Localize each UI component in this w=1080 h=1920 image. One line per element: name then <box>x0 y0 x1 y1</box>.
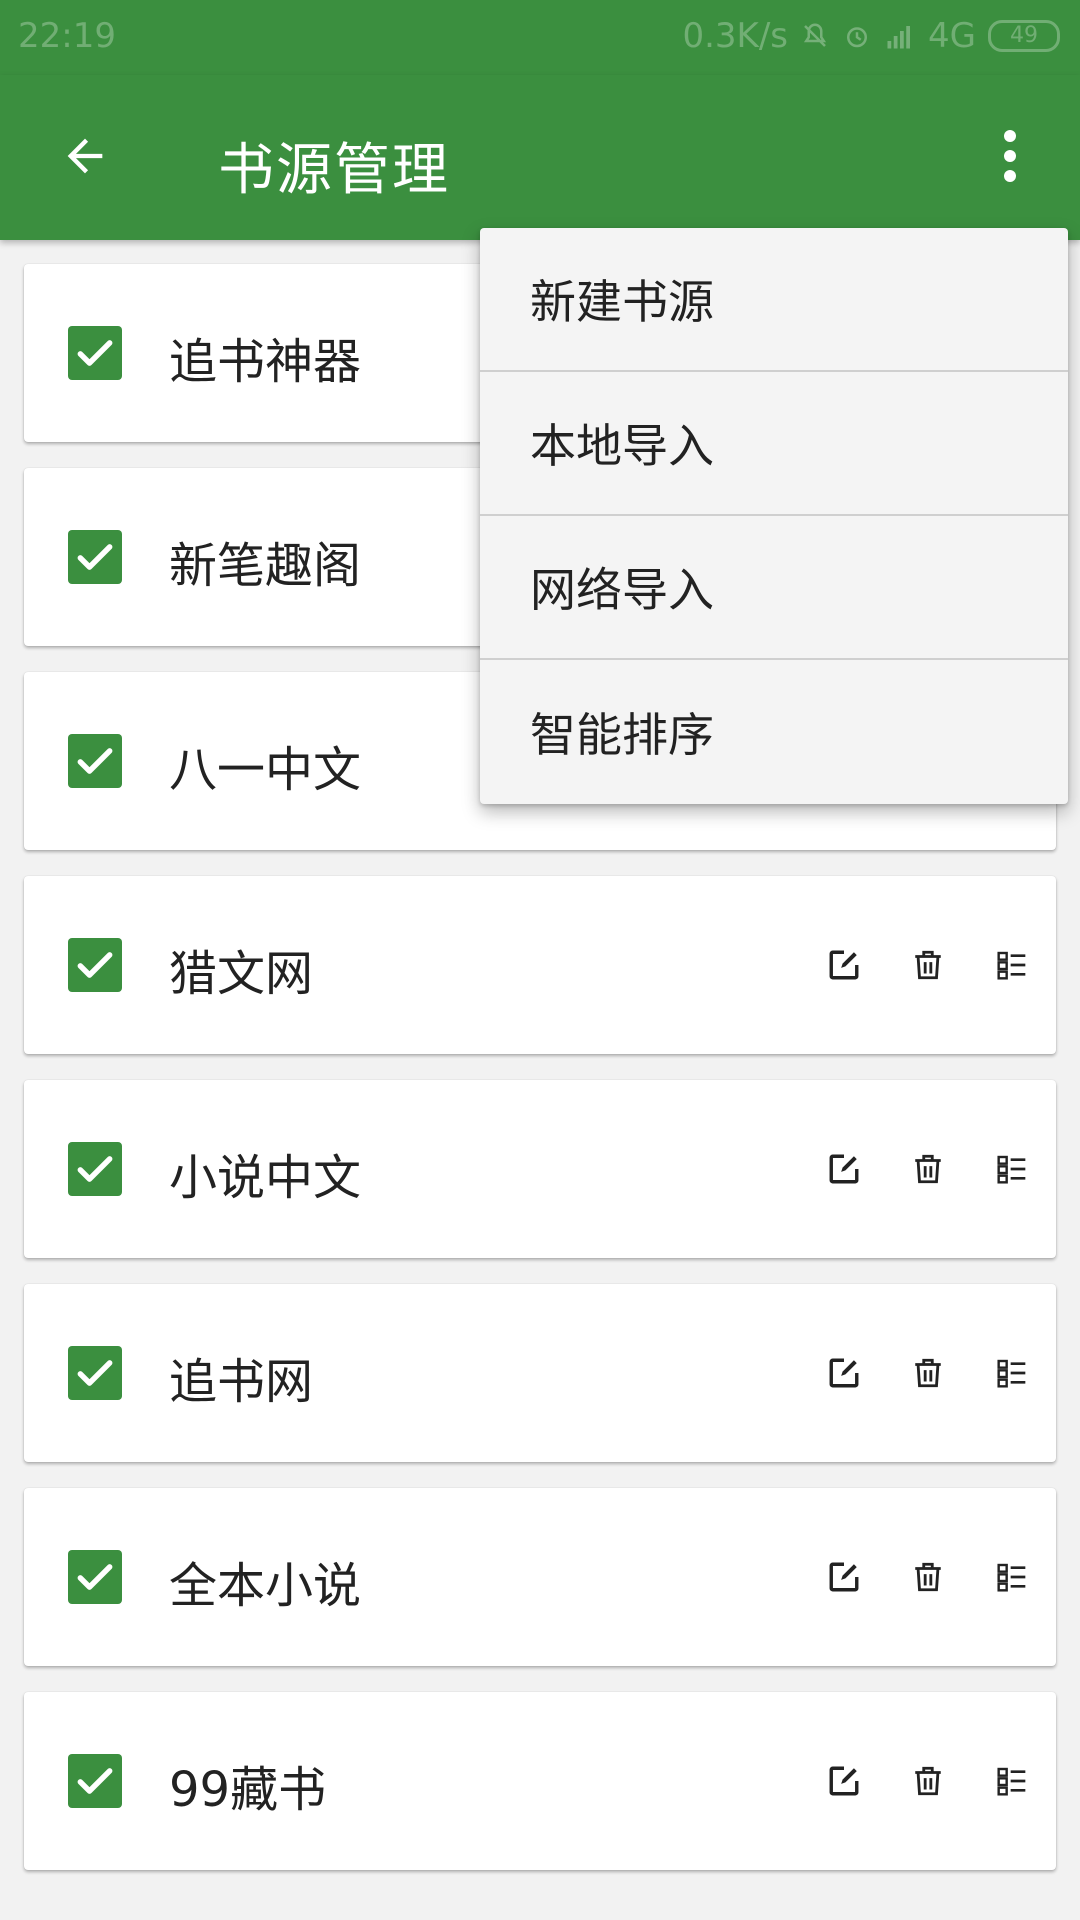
edit-icon <box>829 1766 859 1796</box>
trash-icon <box>915 1358 941 1388</box>
back-button[interactable] <box>40 111 130 201</box>
trash-icon <box>915 1154 941 1184</box>
edit-icon <box>829 1154 859 1184</box>
source-actions <box>814 1751 1042 1811</box>
pin-top-button[interactable] <box>982 1139 1042 1199</box>
source-card: 全本小说 <box>24 1488 1056 1666</box>
check-icon <box>77 952 113 978</box>
source-card: 追书网 <box>24 1284 1056 1462</box>
trash-icon <box>915 950 941 980</box>
source-name: 追书神器 <box>169 334 362 390</box>
arrow-left-icon <box>67 138 103 174</box>
enabled-checkbox[interactable] <box>68 1346 122 1400</box>
battery-level: 49 <box>1010 23 1038 48</box>
menu-item[interactable]: 本地导入 <box>480 372 1068 516</box>
pin-top-button[interactable] <box>982 1751 1042 1811</box>
source-actions <box>814 1343 1042 1403</box>
network-type: 4G <box>928 16 976 56</box>
source-name: 猎文网 <box>169 946 314 1002</box>
list-icon <box>997 1563 1026 1592</box>
enabled-checkbox[interactable] <box>68 938 122 992</box>
menu-item[interactable]: 新建书源 <box>480 228 1068 372</box>
more-vertical-icon <box>1004 130 1016 182</box>
source-actions <box>814 935 1042 995</box>
status-icons: 0.3K/s 4G 49 <box>682 16 1060 56</box>
pin-top-button[interactable] <box>982 1343 1042 1403</box>
source-name: 99藏书 <box>169 1762 327 1818</box>
delete-button[interactable] <box>898 1343 958 1403</box>
edit-button[interactable] <box>814 1751 874 1811</box>
source-name: 追书网 <box>169 1354 314 1410</box>
check-icon <box>77 1156 113 1182</box>
list-icon <box>997 1767 1026 1796</box>
overflow-menu: 新建书源 本地导入 网络导入 智能排序 <box>480 228 1068 804</box>
check-icon <box>77 340 113 366</box>
list-icon <box>997 1359 1026 1388</box>
source-card: 猎文网 <box>24 876 1056 1054</box>
source-card: 小说中文 <box>24 1080 1056 1258</box>
network-speed: 0.3K/s <box>682 16 789 56</box>
more-options-button[interactable] <box>970 111 1050 201</box>
enabled-checkbox[interactable] <box>68 1142 122 1196</box>
source-name: 小说中文 <box>169 1150 362 1206</box>
delete-button[interactable] <box>898 1547 958 1607</box>
delete-button[interactable] <box>898 1751 958 1811</box>
alarm-icon <box>847 27 868 48</box>
edit-icon <box>829 1562 859 1592</box>
edit-button[interactable] <box>814 1139 874 1199</box>
check-icon <box>77 1360 113 1386</box>
source-actions <box>814 1139 1042 1199</box>
battery-icon: 49 <box>988 20 1060 52</box>
source-name: 八一中文 <box>169 742 362 798</box>
enabled-checkbox[interactable] <box>68 734 122 788</box>
edit-button[interactable] <box>814 935 874 995</box>
enabled-checkbox[interactable] <box>68 326 122 380</box>
edit-button[interactable] <box>814 1343 874 1403</box>
app-bar: 书源管理 <box>0 75 1080 240</box>
edit-icon <box>829 1358 859 1388</box>
trash-icon <box>915 1766 941 1796</box>
edit-button[interactable] <box>814 1547 874 1607</box>
mute-bell-icon <box>803 23 827 47</box>
check-icon <box>77 1768 113 1794</box>
page-title: 书源管理 <box>218 138 450 203</box>
menu-item[interactable]: 智能排序 <box>480 660 1068 804</box>
pin-top-button[interactable] <box>982 935 1042 995</box>
delete-button[interactable] <box>898 935 958 995</box>
enabled-checkbox[interactable] <box>68 530 122 584</box>
check-icon <box>77 544 113 570</box>
enabled-checkbox[interactable] <box>68 1754 122 1808</box>
source-name: 全本小说 <box>169 1558 362 1614</box>
source-card: 99藏书 <box>24 1692 1056 1870</box>
trash-icon <box>915 1562 941 1592</box>
source-name: 新笔趣阁 <box>169 538 362 594</box>
enabled-checkbox[interactable] <box>68 1550 122 1604</box>
pin-top-button[interactable] <box>982 1547 1042 1607</box>
menu-item[interactable]: 网络导入 <box>480 516 1068 660</box>
edit-icon <box>829 950 859 980</box>
status-bar: 22:19 0.3K/s 4G 49 <box>0 0 1080 75</box>
delete-button[interactable] <box>898 1139 958 1199</box>
check-icon <box>77 1564 113 1590</box>
list-icon <box>997 1155 1026 1184</box>
check-icon <box>77 748 113 774</box>
signal-icon <box>887 26 911 49</box>
status-time: 22:19 <box>18 16 116 56</box>
source-actions <box>814 1547 1042 1607</box>
list-icon <box>997 951 1026 980</box>
